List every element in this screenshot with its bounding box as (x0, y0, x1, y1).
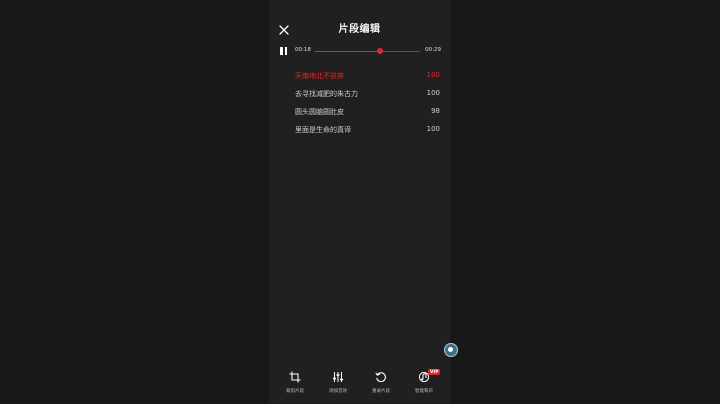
rerecord-clip-button[interactable]: 重录片段 (361, 364, 401, 402)
lyric-row[interactable]: 圆头圆脑圆肚皮 98 (295, 103, 440, 121)
sliders-icon (333, 372, 343, 382)
lyric-row[interactable]: 天南地北不放弃 100 (295, 67, 440, 85)
bottom-toolbar: 裁剪片段 添加音效 重录片段 VIP 智能和声 (269, 364, 450, 404)
lyric-text: 圆头圆脑圆肚皮 (295, 108, 344, 116)
lyric-row[interactable]: 去寻找减肥的朱古力 100 (295, 85, 440, 103)
pause-icon (280, 47, 283, 55)
total-time: 00:29 (425, 47, 441, 53)
tool-label: 添加音效 (329, 389, 347, 394)
playback-bar: 00:18 00:29 (269, 42, 450, 60)
vip-badge: VIP (428, 369, 441, 375)
floating-assistant-button[interactable] (444, 343, 458, 357)
lyric-score: 98 (431, 107, 440, 115)
lyric-text: 里面是生命的真谛 (295, 126, 351, 134)
crop-clip-button[interactable]: 裁剪片段 (275, 364, 315, 402)
assistant-icon (448, 347, 453, 352)
progress-fill (315, 50, 381, 52)
crop-icon (289, 371, 301, 383)
lyric-text: 天南地北不放弃 (295, 72, 344, 80)
tool-label: 重录片段 (372, 389, 390, 394)
tool-label: 智能和声 (415, 389, 433, 394)
lyric-list: 天南地北不放弃 100 去寻找减肥的朱古力 100 圆头圆脑圆肚皮 98 里面是… (295, 67, 440, 139)
add-effect-button[interactable]: 添加音效 (318, 364, 358, 402)
page-title: 片段编辑 (338, 24, 381, 35)
lyric-score: 100 (426, 89, 440, 97)
pause-button[interactable] (280, 47, 288, 55)
smart-harmony-button[interactable]: VIP 智能和声 (404, 364, 444, 402)
lyric-text: 去寻找减肥的朱古力 (295, 90, 358, 98)
tool-label: 裁剪片段 (286, 389, 304, 394)
lyric-score: 100 (426, 125, 440, 133)
progress-thumb[interactable] (377, 48, 384, 55)
pause-icon-bar (284, 47, 287, 55)
rerecord-icon (375, 372, 386, 383)
progress-slider[interactable] (315, 48, 420, 55)
current-time: 00:18 (295, 47, 311, 53)
lyric-score: 100 (426, 71, 440, 79)
clip-editor-screen: 片段编辑 00:18 00:29 天南地北不放弃 100 去寻找减肥的朱古力 1… (269, 0, 450, 404)
lyric-row[interactable]: 里面是生命的真谛 100 (295, 121, 440, 139)
